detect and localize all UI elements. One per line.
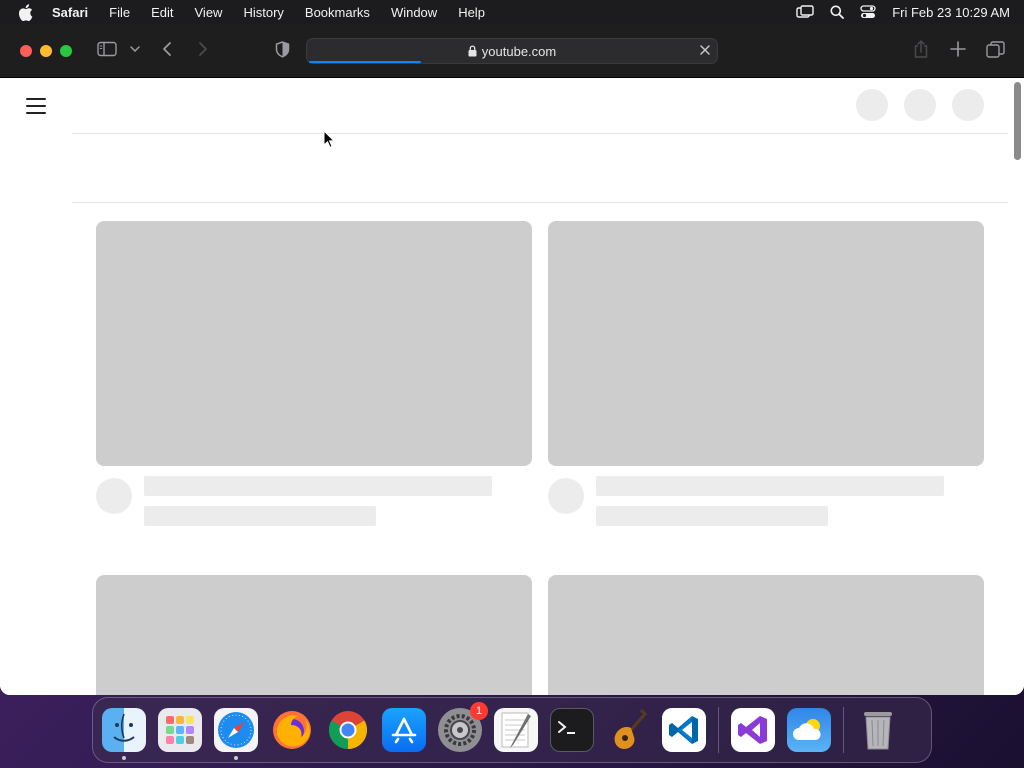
- page-scrollbar[interactable]: [1014, 82, 1021, 160]
- sidebar-toggle-icon[interactable]: [97, 41, 117, 57]
- video-title-placeholder: [144, 476, 492, 496]
- header-action-placeholder: [904, 89, 936, 121]
- header-avatar-placeholder: [952, 89, 984, 121]
- video-thumbnail-placeholder: [96, 575, 532, 695]
- video-meta-placeholder: [596, 506, 828, 526]
- menu-window[interactable]: Window: [391, 5, 437, 20]
- zoom-window-button[interactable]: [60, 45, 72, 57]
- control-center-icon[interactable]: [860, 5, 876, 19]
- share-icon[interactable]: [913, 39, 929, 59]
- lock-icon: [468, 45, 477, 57]
- launchpad-icon[interactable]: [158, 708, 202, 752]
- hamburger-menu-icon[interactable]: [26, 98, 46, 114]
- vscode-icon[interactable]: [662, 708, 706, 752]
- address-bar[interactable]: youtube.com: [306, 38, 718, 64]
- textedit-icon[interactable]: [494, 708, 538, 752]
- weather-icon[interactable]: [787, 708, 831, 752]
- app-menu-safari[interactable]: Safari: [52, 5, 88, 20]
- finder-icon[interactable]: [102, 708, 146, 760]
- minimize-window-button[interactable]: [40, 45, 52, 57]
- close-window-button[interactable]: [20, 45, 32, 57]
- apple-menu-icon[interactable]: [18, 3, 36, 21]
- firefox-icon[interactable]: [270, 708, 314, 752]
- menu-file[interactable]: File: [109, 5, 130, 20]
- menu-bar: Safari File Edit View History Bookmarks …: [0, 0, 1024, 24]
- tab-overview-icon[interactable]: [986, 41, 1005, 58]
- dock-separator: [718, 707, 719, 753]
- garageband-icon[interactable]: [606, 708, 650, 752]
- running-indicator: [122, 756, 126, 760]
- page-load-progress: [309, 61, 421, 63]
- back-icon[interactable]: [162, 41, 172, 57]
- notification-badge: 1: [470, 702, 488, 720]
- trash-icon[interactable]: [856, 708, 900, 752]
- menu-help[interactable]: Help: [458, 5, 485, 20]
- video-title-placeholder: [596, 476, 944, 496]
- visual-studio-icon[interactable]: [731, 708, 775, 752]
- menu-history[interactable]: History: [243, 5, 283, 20]
- dock: 1: [92, 697, 932, 763]
- header-action-placeholder: [856, 89, 888, 121]
- new-tab-icon[interactable]: [950, 41, 966, 57]
- video-thumbnail-placeholder: [548, 575, 984, 695]
- stop-loading-icon[interactable]: [699, 44, 711, 56]
- chrome-icon[interactable]: [326, 708, 370, 752]
- address-url: youtube.com: [481, 43, 557, 59]
- header-divider: [72, 133, 1008, 134]
- menu-edit[interactable]: Edit: [151, 5, 173, 20]
- menu-bookmarks[interactable]: Bookmarks: [305, 5, 370, 20]
- system-settings-icon[interactable]: 1: [438, 702, 488, 752]
- running-indicator: [234, 756, 238, 760]
- chips-divider: [72, 202, 1008, 203]
- spotlight-search-icon[interactable]: [830, 5, 845, 19]
- forward-icon[interactable]: [198, 41, 208, 57]
- mouse-cursor-icon: [323, 130, 335, 148]
- video-thumbnail-placeholder: [96, 221, 532, 466]
- chevron-down-icon[interactable]: [130, 46, 140, 52]
- terminal-icon[interactable]: [550, 708, 594, 752]
- web-page-content: [0, 78, 1024, 695]
- browser-toolbar: youtube.com: [0, 24, 1024, 78]
- channel-avatar-placeholder: [96, 478, 132, 514]
- menubar-clock[interactable]: Fri Feb 23 10:29 AM: [892, 5, 1010, 20]
- safari-window: youtube.com: [0, 24, 1024, 695]
- safari-icon[interactable]: [214, 708, 258, 760]
- video-thumbnail-placeholder: [548, 221, 984, 466]
- screen-mirroring-icon[interactable]: [796, 5, 814, 19]
- menu-view[interactable]: View: [195, 5, 223, 20]
- dock-separator: [843, 707, 844, 753]
- channel-avatar-placeholder: [548, 478, 584, 514]
- window-controls: [20, 45, 72, 57]
- video-meta-placeholder: [144, 506, 376, 526]
- privacy-shield-icon[interactable]: [275, 41, 290, 58]
- app-store-icon[interactable]: [382, 708, 426, 752]
